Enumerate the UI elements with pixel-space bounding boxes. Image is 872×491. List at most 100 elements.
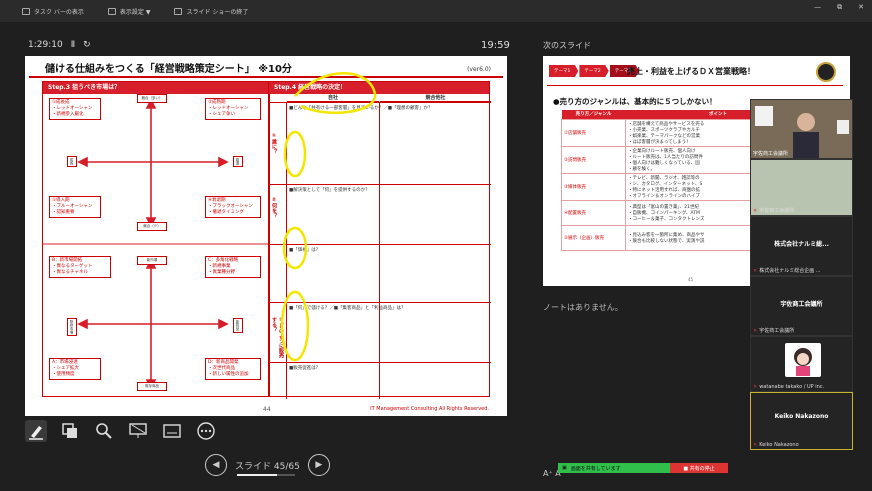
genre-cell: ④配置販売: [561, 199, 626, 226]
current-slide[interactable]: 儲ける仕組みをつくる「経営戦略策定シート」 ※10分 (ver6.0) Step…: [25, 56, 507, 416]
prev-arrow-icon: ◀: [212, 460, 220, 470]
participant-display-name: 宇佐商工会議所: [780, 301, 823, 308]
quadrant-penetration: A：市場浸透 ・シェア拡大 ・使用頻度: [49, 358, 101, 380]
end-slideshow-button[interactable]: スライド ショーの終了: [174, 7, 248, 16]
next-slide-label: 次のスライド: [543, 41, 591, 50]
participant-display-name: Keiko Nakazono: [774, 413, 829, 420]
participant-tile[interactable]: 宇佐商工会議所 ✕ 宇佐商工会議所: [750, 276, 853, 336]
maximize-button[interactable]: ⧉: [837, 3, 842, 12]
axis-label-new-product: 新商品: [233, 318, 243, 333]
end-show-icon: [174, 7, 183, 15]
next-slide-button[interactable]: ▶: [307, 454, 330, 476]
participant-display-name: 株式会社ナルミ総...: [774, 241, 829, 248]
row3-text: ■「価格」は？: [289, 248, 321, 253]
theme-tab-2: テーマ2: [579, 65, 609, 77]
pen-tool-button[interactable]: [25, 420, 47, 442]
previous-slide-button[interactable]: ◀: [205, 454, 227, 476]
sharing-text: 画面を共有しています: [570, 465, 621, 472]
label-how: ③どのように販売する？: [271, 317, 284, 358]
speaker-notes: ノートはありません。: [543, 303, 623, 312]
participant-tile[interactable]: ✕ watanabe takako / UP inc.: [750, 336, 853, 392]
title-divider: [29, 76, 503, 78]
video-participants-panel: 宇佐商工会議所 ✕ 宇佐商工会議所 株式会社ナルミ総... ✕ 株式会社ナルミ総合企…: [750, 99, 853, 451]
slide-navigation: ◀ スライド 45/65 ▶: [205, 454, 330, 476]
zoom-slide-button[interactable]: [93, 420, 115, 442]
step4-header: Step.4 経営戦略の決定！: [269, 82, 489, 94]
avatar-illustration-icon: [794, 348, 812, 376]
axis-label-new-market: 新市場: [137, 256, 167, 265]
theme-tab-1: テーマ1: [549, 65, 579, 77]
participant-tile[interactable]: 宇佐商工会議所: [750, 99, 853, 159]
col-own-company: 自社: [287, 94, 379, 102]
participant-name: watanabe takako / UP inc.: [759, 384, 825, 390]
slide-counter: スライド 45/65: [235, 461, 300, 472]
slide-page-number: 44: [263, 406, 271, 413]
presenter-tools: [25, 420, 217, 442]
slide-title: 儲ける仕組みをつくる「経営戦略策定シート」 ※10分: [45, 64, 292, 75]
axis-label-top: 競合（多い）: [137, 94, 167, 103]
quadrant-mature: ②成熟期 ・レッドオーシャン ・シェア争い: [205, 98, 261, 120]
mic-muted-icon: ✕: [753, 442, 758, 448]
subtitles-icon: [163, 424, 181, 438]
more-options-button[interactable]: [195, 420, 217, 442]
sharing-status: ▣ 画面を共有しています: [558, 463, 670, 473]
more-icon: [197, 422, 215, 440]
reset-timer-button[interactable]: ↻: [83, 40, 91, 50]
share-icon: ▣: [562, 465, 567, 471]
mic-muted-icon: ✕: [753, 384, 758, 390]
participant-tile[interactable]: Keiko Nakazono ✕ Keiko Nakazono: [750, 392, 853, 450]
quadrant-intro: ①導入期 ・ブルーオーシャン ・認知重要: [49, 196, 101, 218]
quadrant-diversification: C：多角化戦略 ・新規事業 ・異業種分野: [205, 256, 261, 278]
row-promotion: ■販売促進は？: [269, 362, 491, 399]
quadrant-new-market: B：新市場開拓 ・異なるターゲット ・異なるチャネル: [49, 256, 111, 278]
label-who: ①誰に？: [271, 133, 277, 154]
participant-name: Keiko Nakazono: [759, 442, 799, 448]
avatar: [785, 343, 821, 377]
step4-panel: Step.4 経営戦略の決定！ 自社 競合他社 ①誰に？ ■どんな「共有ける一部…: [268, 81, 491, 399]
screen-icon: [129, 423, 147, 438]
close-button[interactable]: ✕: [858, 3, 864, 12]
monitor-icon: [107, 7, 116, 15]
col-competitor: 競合他社: [380, 94, 491, 102]
participant-tile[interactable]: 株式会社ナルミ総... ✕ 株式会社ナルミ総合企画 ...: [750, 216, 853, 276]
quadrant-new-product: D：新商品開発 ・次世代商品 ・新しい属性の追加: [205, 358, 261, 380]
pen-icon: [29, 426, 43, 440]
magnifier-icon: [96, 423, 112, 439]
display-settings-button[interactable]: 表示設定 ▼: [107, 7, 150, 16]
next-arrow-icon: ▶: [315, 460, 323, 470]
next-title-divider: [547, 85, 843, 86]
row2-text: ■解決策として「何」を提供するのか？: [289, 188, 370, 193]
axis-label-existing-product: 既存商品: [137, 382, 167, 391]
mic-muted-icon: ✕: [753, 267, 758, 274]
row-what: ②何を？ ■解決策として「何」を提供するのか？: [269, 184, 491, 245]
participant-name: 宇佐商工会議所: [759, 208, 795, 214]
step3-header: Step.3 狙うべき市場は？: [43, 82, 269, 94]
black-screen-button[interactable]: [127, 420, 149, 442]
presenter-toolbar: タスク バーの表示 表示設定 ▼ スライド ショーの終了 — ⧉ ✕: [0, 0, 872, 22]
row-price: ■「価格」は？: [269, 244, 491, 303]
row-profit: ③どのように販売する？ ■「何」で儲ける？／■「集客商品」と「利益商品」は？: [269, 302, 491, 399]
row4-text: ■「何」で儲ける？／■「集客商品」と「利益商品」は？: [289, 306, 406, 311]
label-what: ②何を？: [271, 197, 277, 218]
slides-grid-icon: [62, 423, 77, 438]
pause-timer-button[interactable]: Ⅱ: [71, 40, 75, 50]
axis-label-right: 衰退: [233, 156, 243, 167]
see-all-slides-button[interactable]: [59, 420, 81, 442]
participant-tile[interactable]: ✕ 宇佐商工会議所: [750, 159, 853, 216]
minimize-button[interactable]: —: [814, 3, 821, 12]
screen-share-bar: ▣ 画面を共有しています ■ 共有の停止: [558, 463, 728, 473]
row-who: ①誰に？ ■どんな「共有ける一部客層」を見ているか？／■「理想の顧客」か？: [269, 102, 491, 185]
stop-share-button[interactable]: ■ 共有の停止: [670, 463, 728, 473]
axis-label-bottom: 競合（少）: [137, 222, 167, 231]
quadrant-growth: ①成長成 ・レッドオーシャン ・新規参入厳化: [49, 98, 101, 120]
matrix-arrows: [43, 98, 269, 390]
mic-muted-icon: ✕: [753, 327, 758, 334]
participant-name: 宇佐商工会議所: [759, 328, 795, 334]
genre-cell: ①店舗販売: [561, 118, 626, 147]
subtitles-button[interactable]: [161, 420, 183, 442]
participant-name: 宇佐商工会議所: [753, 151, 789, 157]
row5-text: ■販売促進は？: [289, 366, 321, 371]
taskbar-toggle-button[interactable]: タスク バーの表示: [22, 7, 84, 16]
quadrant-decline: ④衰退期 ・ブラックオーシャン ・撤退タイミング: [205, 196, 261, 218]
genre-cell: ⑤展示（企画）販売: [561, 224, 626, 251]
